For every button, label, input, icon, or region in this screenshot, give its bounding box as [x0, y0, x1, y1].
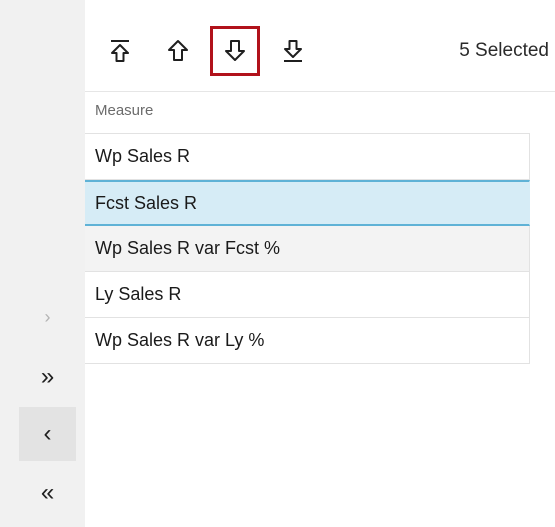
selected-count: 5 Selected [459, 40, 549, 61]
move-to-top-icon [111, 40, 129, 62]
column-header-measure: Measure [95, 102, 154, 119]
double-chevron-left-icon: « [40, 479, 55, 506]
transfer-rail: › » ‹ « [0, 0, 85, 527]
list-item-label: Fcst Sales R [95, 192, 198, 213]
measure-list: Wp Sales R Fcst Sales R Wp Sales R var F… [85, 133, 530, 364]
list-item[interactable]: Wp Sales R var Ly % [85, 318, 530, 364]
reorder-toolbar: 5 Selected [85, 13, 555, 92]
move-to-top-button[interactable] [95, 26, 145, 76]
move-down-button[interactable] [210, 26, 260, 76]
list-item-label: Wp Sales R var Ly % [95, 330, 265, 350]
list-item-label: Ly Sales R [95, 284, 182, 304]
list-item[interactable]: Wp Sales R [85, 134, 530, 180]
selected-measures-panel: 5 Selected Measure Wp Sales R Fcst Sales… [85, 13, 555, 527]
move-to-bottom-icon [284, 40, 302, 62]
chevron-left-icon: ‹ [43, 420, 52, 447]
list-item-label: Wp Sales R var Fcst % [95, 238, 281, 258]
measure-selector: › » ‹ « 5 Selected Measure Wp Sales R Fc… [0, 0, 555, 527]
double-chevron-right-icon: » [40, 363, 55, 390]
move-left-button[interactable]: ‹ [19, 407, 76, 461]
move-down-icon [225, 40, 245, 61]
move-up-button[interactable] [153, 26, 203, 76]
list-item[interactable]: Ly Sales R [85, 272, 530, 318]
list-item-label: Wp Sales R [95, 146, 191, 166]
move-right-button[interactable]: › [19, 290, 76, 344]
list-item[interactable]: Wp Sales R var Fcst % [85, 226, 530, 272]
move-to-bottom-button[interactable] [268, 26, 318, 76]
move-all-right-button[interactable]: » [19, 350, 76, 404]
list-item-selected[interactable]: Fcst Sales R [85, 180, 530, 226]
chevron-right-icon: › [44, 306, 51, 327]
move-all-left-button[interactable]: « [19, 466, 76, 520]
move-up-icon [168, 40, 188, 61]
